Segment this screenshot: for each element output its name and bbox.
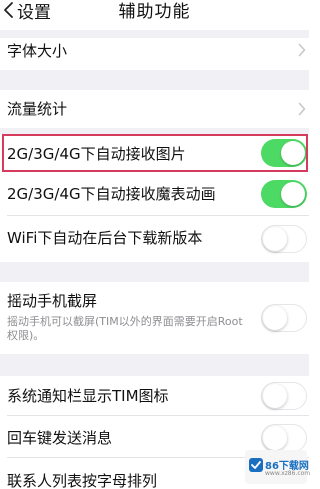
highlight-box — [2, 134, 308, 172]
shake-screenshot-label: 摇动手机截屏 — [7, 292, 98, 310]
section-gap — [0, 262, 309, 282]
traffic-stats-label: 流量统计 — [7, 100, 68, 118]
wifi-auto-download-label: WiFi下自动在后台下载新版本 — [7, 229, 203, 247]
contacts-sort-label: 联系人列表按字母排列 — [7, 472, 158, 489]
enter-to-send-toggle[interactable] — [261, 424, 307, 452]
shake-screenshot-toggle[interactable] — [261, 304, 307, 332]
navigation-bar: 设置 辅助功能 — [0, 0, 309, 30]
auto-receive-emoji-label: 2G/3G/4G下自动接收魔表动画 — [7, 185, 216, 203]
toggle-knob — [263, 426, 287, 450]
section-gap — [0, 354, 309, 376]
toggle-knob — [263, 384, 287, 408]
page-title: 辅助功能 — [118, 2, 191, 22]
site-logo-icon — [249, 458, 263, 472]
notification-icon-toggle[interactable] — [261, 382, 307, 410]
section-gap — [0, 30, 309, 38]
traffic-stats-row[interactable]: 流量统计 — [0, 90, 309, 128]
wifi-auto-download-row: WiFi下自动在后台下载新版本 — [0, 216, 309, 262]
auto-receive-emoji-toggle[interactable] — [261, 180, 307, 208]
notification-icon-row: 系统通知栏显示TIM图标 — [0, 376, 309, 416]
toggle-knob — [263, 227, 287, 251]
notification-icon-label: 系统通知栏显示TIM图标 — [7, 387, 169, 405]
shake-screenshot-row: 摇动手机截屏 摇动手机可以截屏(TIM以外的界面需要开启Root权限)。 — [0, 282, 309, 354]
font-size-row[interactable]: 字体大小 — [0, 38, 309, 70]
section-gap — [0, 70, 309, 90]
toggle-knob — [263, 306, 287, 330]
enter-to-send-label: 回车键发送消息 — [7, 429, 113, 447]
wifi-auto-download-toggle[interactable] — [261, 225, 307, 253]
chevron-right-icon — [298, 43, 306, 57]
watermark: 86下载网 www.xz86.com — [245, 450, 311, 484]
font-size-label: 字体大小 — [7, 42, 68, 60]
shake-screenshot-description: 摇动手机可以截屏(TIM以外的界面需要开启Root权限)。 — [7, 315, 243, 342]
chevron-right-icon — [298, 102, 306, 116]
watermark-subtext: www.xz86.com — [265, 470, 311, 477]
auto-receive-emoji-row: 2G/3G/4G下自动接收魔表动画 — [0, 174, 309, 216]
toggle-knob — [281, 182, 305, 206]
